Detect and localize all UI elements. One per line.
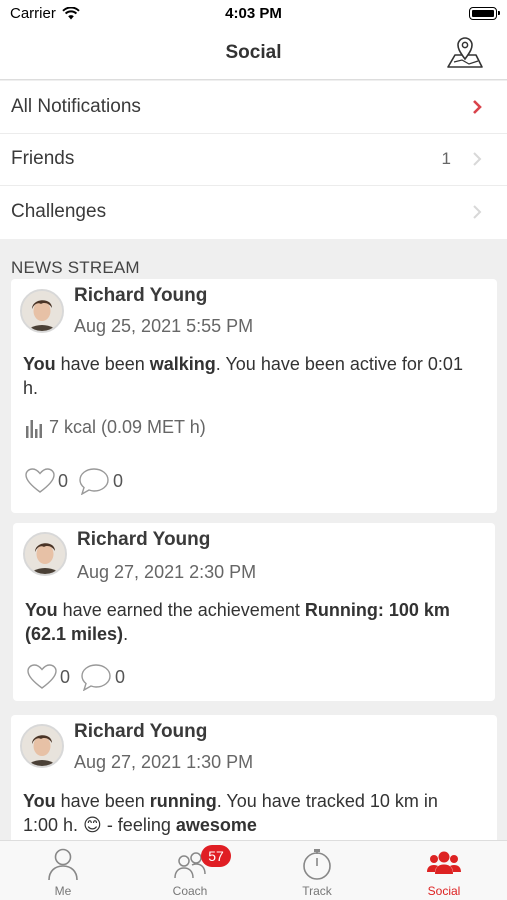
menu-label: Challenges — [11, 201, 107, 223]
post-date: Aug 27, 2021 2:30 PM — [77, 562, 257, 582]
smile-emoji: 😊 — [83, 815, 102, 835]
friends-count: 1 — [441, 149, 451, 169]
chevron-right-icon — [473, 99, 482, 114]
avatar[interactable] — [20, 724, 64, 768]
tab-label: Me — [54, 884, 72, 898]
tab-bar: Me 57 Coach Track Social — [0, 840, 507, 900]
tab-me[interactable]: Me — [0, 841, 126, 900]
comment-count: 0 — [113, 470, 124, 491]
post-text: You have earned the achievement Running:… — [25, 600, 450, 644]
page-title: Social — [225, 42, 282, 63]
news-post[interactable]: Richard Young Aug 27, 2021 1:30 PM You h… — [11, 715, 497, 840]
tab-coach[interactable]: 57 Coach — [127, 841, 253, 900]
heart-icon — [27, 664, 57, 689]
status-time: 4:03 PM — [225, 5, 282, 22]
tab-label: Track — [302, 884, 332, 898]
avatar[interactable] — [23, 532, 67, 576]
stopwatch-icon — [303, 849, 331, 880]
menu-challenges[interactable]: Challenges — [0, 186, 507, 239]
chevron-right-icon — [473, 152, 482, 166]
comment-button[interactable]: 0 — [78, 467, 123, 495]
metric-value: 7 kcal (0.09 MET h) — [49, 417, 206, 437]
like-count: 0 — [60, 666, 71, 687]
bar-chart-icon — [26, 419, 42, 438]
tab-label: Social — [427, 884, 461, 898]
comment-count: 0 — [115, 666, 126, 687]
post-metric: 7 kcal (0.09 MET h) — [25, 417, 206, 438]
reactions: 0 0 — [27, 663, 135, 691]
status-bar: Carrier 4:03 PM — [0, 0, 507, 28]
like-button[interactable]: 0 — [25, 468, 68, 494]
news-post[interactable]: Richard Young Aug 25, 2021 5:55 PM You h… — [11, 279, 497, 513]
reactions: 0 0 — [25, 467, 133, 495]
person-icon — [48, 848, 78, 881]
like-button[interactable]: 0 — [27, 664, 70, 690]
menu-friends[interactable]: Friends 1 — [0, 134, 507, 186]
chevron-right-icon — [473, 205, 482, 219]
post-date: Aug 27, 2021 1:30 PM — [74, 752, 254, 772]
news-stream-heading: NEWS STREAM — [11, 258, 140, 277]
avatar[interactable] — [20, 289, 64, 333]
group-icon — [427, 851, 461, 874]
tab-social[interactable]: Social — [381, 841, 507, 900]
post-author[interactable]: Richard Young — [74, 285, 207, 307]
battery-icon — [469, 7, 500, 20]
comment-icon — [81, 664, 111, 691]
heart-icon — [25, 468, 55, 493]
post-author[interactable]: Richard Young — [77, 529, 210, 551]
menu-all-notifications[interactable]: All Notifications — [0, 81, 507, 134]
menu-label: Friends — [11, 148, 75, 170]
map-pin-icon[interactable] — [445, 36, 485, 70]
post-text: You have been walking. You have been act… — [23, 354, 463, 398]
nav-bar: Social — [0, 28, 507, 80]
like-count: 0 — [58, 470, 69, 491]
post-date: Aug 25, 2021 5:55 PM — [74, 316, 254, 336]
tab-label: Coach — [172, 884, 208, 898]
tab-track[interactable]: Track — [254, 841, 380, 900]
post-text: You have been running. You have tracked … — [23, 791, 438, 835]
social-menu: All Notifications Friends 1 Challenges — [0, 81, 507, 239]
news-post[interactable]: Richard Young Aug 27, 2021 2:30 PM You h… — [13, 523, 495, 701]
comment-icon — [79, 468, 109, 495]
comment-button[interactable]: 0 — [80, 663, 125, 691]
menu-label: All Notifications — [11, 95, 141, 117]
post-author[interactable]: Richard Young — [74, 721, 207, 743]
notification-badge: 57 — [201, 845, 231, 867]
